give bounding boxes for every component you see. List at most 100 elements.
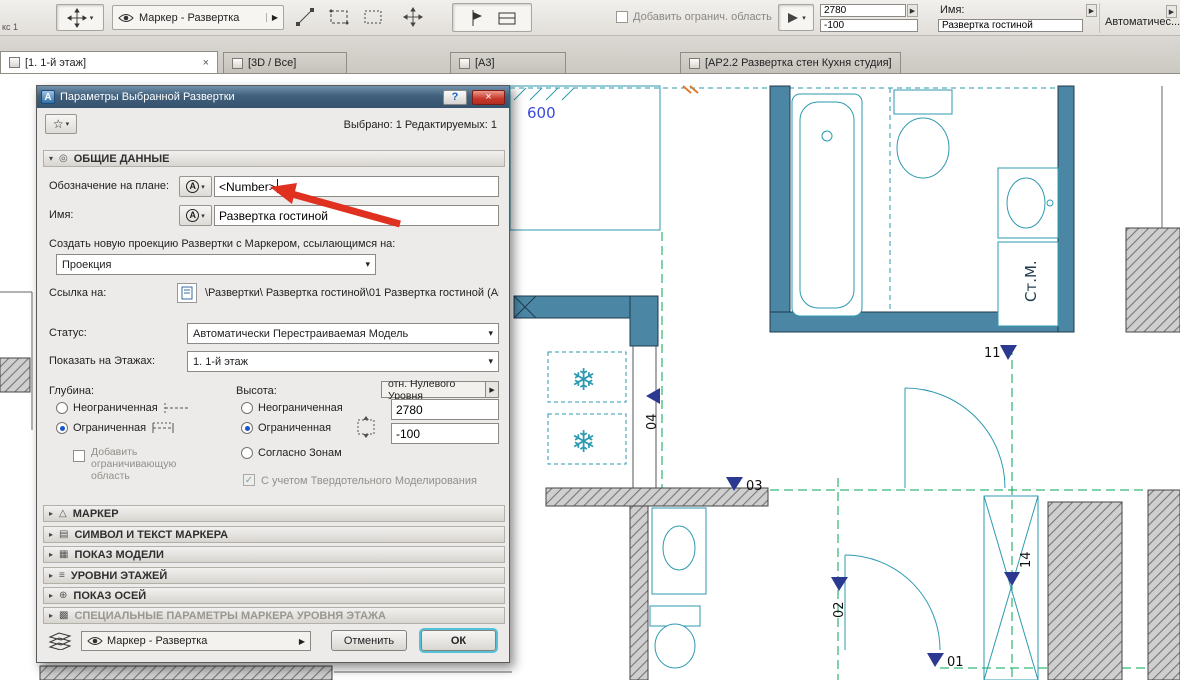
- chevron-right-icon: ▸: [49, 611, 53, 620]
- tab-bar: [1. 1-й этаж] × [3D / Все] [А3] [АР2.2 Р…: [0, 36, 1180, 74]
- depth-unlimited-icon: [163, 402, 189, 414]
- section-label: СПЕЦИАЛЬНЫЕ ПАРАМЕТРЫ МАРКЕРА УРОВНЯ ЭТА…: [74, 610, 385, 622]
- help-button[interactable]: ?: [443, 90, 467, 105]
- link-icon: [177, 283, 197, 303]
- marker-head-button[interactable]: ▾: [778, 4, 814, 31]
- link-value: \Развертки\ Развертка гостиной\01 Развер…: [205, 287, 499, 299]
- plan-id-label: Обозначение на плане:: [49, 180, 169, 192]
- projection-select[interactable]: Проекция ▾: [56, 254, 376, 275]
- tab-floor-plan[interactable]: [1. 1-й этаж] ×: [0, 51, 218, 73]
- floor-plan-tab-icon: [9, 57, 20, 68]
- marker-section-icon: △: [59, 508, 67, 519]
- radio-circle: [241, 402, 253, 414]
- dialog-titlebar[interactable]: A Параметры Выбранной Развертки ? ×: [37, 86, 509, 108]
- plan-id-autotext-button[interactable]: A ▾: [179, 176, 212, 197]
- marker-line-icon[interactable]: [467, 8, 487, 28]
- section-symbol-text[interactable]: ▸ ▤ СИМВОЛ И ТЕКСТ МАРКЕРА: [43, 526, 505, 543]
- boundary-rect-icon[interactable]: [497, 8, 517, 28]
- name-autotext-button[interactable]: A ▾: [179, 205, 212, 226]
- height-limited-radio[interactable]: Ограниченная: [241, 422, 331, 434]
- eye-icon: [87, 636, 103, 646]
- close-button[interactable]: ×: [472, 90, 505, 105]
- section-axes-display[interactable]: ▸ ⊕ ПОКАЗ ОСЕЙ: [43, 587, 505, 604]
- plan-id-input[interactable]: [214, 176, 499, 197]
- chevron-down-icon: ▾: [49, 154, 53, 163]
- chevron-down-icon: ▾: [488, 328, 493, 339]
- spin-right-icon[interactable]: ▶: [1166, 5, 1177, 18]
- section-story-levels[interactable]: ▸ ≡ УРОВНИ ЭТАЖЕЙ: [43, 567, 505, 584]
- tab-label: [3D / Все]: [248, 57, 296, 69]
- relative-level-button[interactable]: отн. Нулевого Уровня ▶: [381, 381, 499, 398]
- create-projection-label: Создать новую проекцию Развертки с Марке…: [49, 238, 395, 250]
- check-icon: ✓: [245, 475, 253, 486]
- marquee-tool-icon[interactable]: [326, 4, 352, 30]
- stories-select[interactable]: 1. 1-й этаж ▾: [187, 351, 499, 372]
- height-top-input[interactable]: [391, 399, 499, 420]
- depth-unlimited-radio[interactable]: Неограниченная: [56, 402, 189, 414]
- layout-tab-icon: [689, 58, 700, 69]
- chevron-down-icon: ▾: [802, 14, 806, 22]
- toilet-upper: [894, 90, 952, 178]
- section-label: УРОВНИ ЭТАЖЕЙ: [71, 570, 167, 582]
- toolbar-name-input[interactable]: [938, 19, 1083, 32]
- spin-right-icon[interactable]: ▶: [907, 4, 918, 17]
- depth-limited-radio[interactable]: Ограниченная: [56, 422, 177, 434]
- height-unlimited-radio[interactable]: Неограниченная: [241, 402, 343, 414]
- spin-right-icon[interactable]: ▶: [1086, 4, 1097, 17]
- projection-value: Проекция: [62, 259, 111, 271]
- tab-label: [АР2.2 Развертка стен Кухня студия]: [705, 57, 892, 69]
- name-input[interactable]: [214, 205, 499, 226]
- play-icon: ▶: [299, 637, 305, 646]
- ok-button[interactable]: ОК: [421, 630, 496, 651]
- dimension-600: 600: [527, 104, 556, 122]
- add-bounding-label: Добавить ограничивающую область: [91, 446, 176, 482]
- section-label: ПОКАЗ ОСЕЙ: [73, 590, 146, 602]
- dialog-title: Параметры Выбранной Развертки: [60, 91, 438, 103]
- eye-icon: [118, 13, 134, 23]
- tab-3d[interactable]: [3D / Все]: [223, 52, 347, 73]
- section-marker[interactable]: ▸ △ МАРКЕР: [43, 505, 505, 522]
- tab-layout-a3[interactable]: [А3]: [450, 52, 566, 73]
- radio-circle: [241, 422, 253, 434]
- washing-machine-label: Ст.М.: [1022, 260, 1040, 302]
- move-tool-button[interactable]: ▾: [56, 4, 104, 31]
- add-bounding-area-toolbar-checkbox[interactable]: Добавить огранич. область: [616, 11, 772, 23]
- close-tab-icon[interactable]: ×: [203, 57, 209, 69]
- name-label: Имя:: [49, 209, 73, 221]
- section-model-display[interactable]: ▸ ▦ ПОКАЗ МОДЕЛИ: [43, 546, 505, 563]
- chevron-down-icon: ▾: [488, 356, 493, 367]
- solid-modeling-checkbox[interactable]: ✓: [243, 474, 255, 486]
- layers-icon[interactable]: [47, 632, 73, 650]
- tab-elevation-layout[interactable]: [АР2.2 Развертка стен Кухня студия]: [680, 52, 901, 73]
- footer-layer-combo[interactable]: Маркер - Развертка ▶: [81, 631, 311, 651]
- height-bottom-input[interactable]: [391, 423, 499, 444]
- radio-label: Неограниченная: [73, 402, 158, 414]
- section-general[interactable]: ▾ ◎ ОБЩИЕ ДАННЫЕ: [43, 150, 505, 167]
- special-marker-section-icon: ▩: [59, 610, 68, 621]
- snowflake-icon: ❄: [571, 425, 596, 460]
- radio-circle: [56, 422, 68, 434]
- height-by-zones-radio[interactable]: Согласно Зонам: [241, 447, 342, 459]
- favorites-button[interactable]: ☆ ▾: [45, 114, 77, 134]
- add-bounding-checkbox[interactable]: [73, 450, 85, 462]
- solid-modeling-label: С учетом Твердотельного Моделирования: [261, 475, 477, 487]
- toolbar-left-fragment: кс 1: [2, 22, 18, 32]
- toolbar-height-input[interactable]: [820, 4, 906, 17]
- cancel-button[interactable]: Отменить: [331, 630, 407, 651]
- chevron-down-icon: ▾: [365, 259, 370, 270]
- footer-layer-label: Маркер - Развертка: [107, 635, 207, 647]
- region-tool-icon[interactable]: [360, 4, 386, 30]
- layout-tab-icon: [459, 58, 470, 69]
- marker-tool-dropdown[interactable]: Маркер - Развертка ▶: [112, 5, 284, 30]
- toolbar-separator: [1099, 3, 1100, 33]
- drag-tool-icon[interactable]: [400, 4, 426, 30]
- radio-label: Ограниченная: [258, 422, 331, 434]
- relative-level-label: отн. Нулевого Уровня: [388, 378, 485, 402]
- top-toolbar: кс 1 ▾ Маркер - Развертка ▶ Добавить огр…: [0, 0, 1180, 36]
- ok-label: ОК: [451, 635, 466, 647]
- status-select[interactable]: Автоматически Перестраиваемая Модель ▾: [187, 323, 499, 344]
- line-tool-icon[interactable]: [292, 4, 318, 30]
- toolbar-offset-input[interactable]: [820, 19, 918, 32]
- play-icon: ▶: [485, 382, 498, 397]
- model-display-section-icon: ▦: [59, 549, 68, 560]
